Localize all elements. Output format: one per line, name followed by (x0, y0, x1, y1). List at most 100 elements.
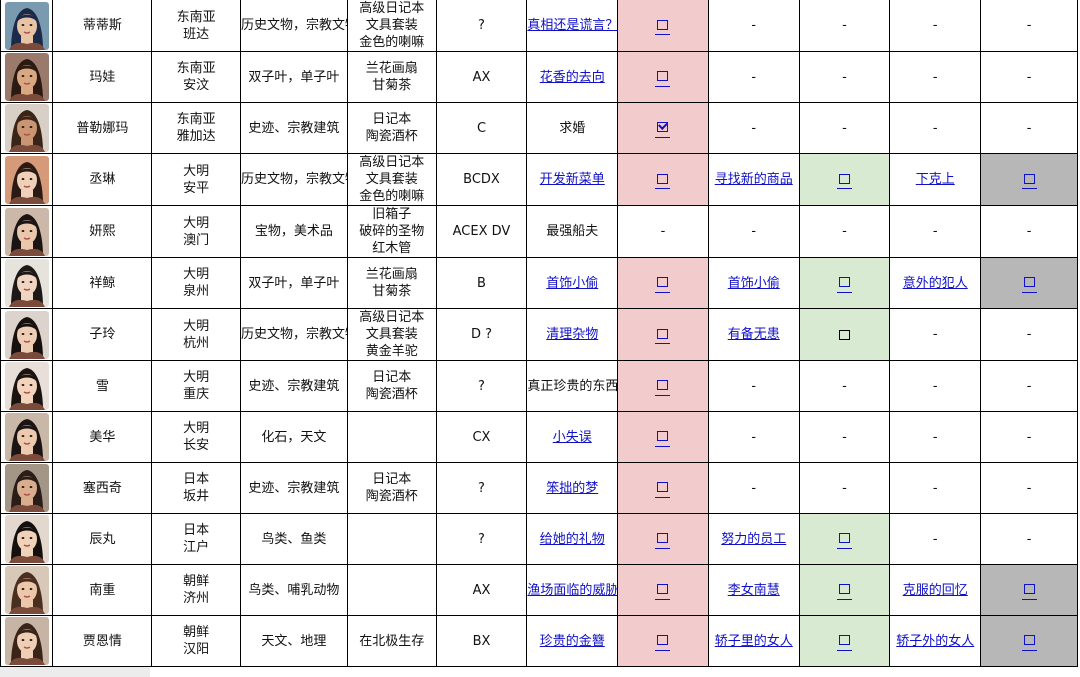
character-portrait (4, 155, 49, 204)
checkbox-link[interactable] (1021, 274, 1037, 293)
checkbox-link[interactable] (655, 377, 671, 396)
quest-status-cell (798, 308, 891, 361)
character-name: 辰丸 (52, 513, 153, 565)
quest-link[interactable]: 努力的员工 (721, 532, 786, 547)
checkbox-link[interactable] (836, 581, 852, 600)
checkbox-icon (657, 277, 669, 287)
portrait-cell (0, 462, 54, 514)
checkbox-link[interactable] (655, 119, 671, 138)
item-text: 文具套装 (365, 327, 418, 342)
checkbox-link[interactable] (836, 170, 852, 189)
quest-name-cell: 花香的去向 (526, 51, 619, 103)
item-text: 金色的喇嘛 (359, 189, 425, 204)
checkbox-link[interactable] (655, 428, 671, 447)
quest-status-cell: - (798, 462, 891, 514)
item-text: 高级日记本 (359, 310, 425, 325)
quest-text: - (932, 224, 938, 239)
quest-status-cell (798, 153, 891, 206)
quest-text: 最强船夫 (546, 224, 599, 239)
checkbox-link[interactable] (1021, 170, 1037, 189)
checkbox-link[interactable] (655, 479, 671, 498)
portrait-cell (0, 205, 54, 258)
quest-name-cell: 意外的犯人 (889, 257, 982, 309)
dash: - (1026, 378, 1032, 394)
quest-name-cell: 求婚 (526, 102, 619, 154)
quest-status-cell (980, 153, 1078, 206)
portrait-cell (0, 615, 54, 667)
quest-link[interactable]: 首饰小偷 (728, 276, 780, 291)
checkbox-icon (657, 635, 669, 645)
quest-link[interactable]: 给她的礼物 (540, 532, 605, 547)
interests-cell: 史迹、宗教建筑 (239, 360, 348, 412)
checkbox-link[interactable] (836, 530, 852, 549)
quest-link[interactable]: 轿子里的女人 (715, 634, 793, 649)
checkbox-link[interactable] (655, 170, 671, 189)
quest-name-cell: 小失误 (526, 411, 619, 463)
checkbox-link[interactable] (655, 325, 671, 344)
sheet-bottom-strip (0, 667, 150, 677)
quest-link[interactable]: 克服的回忆 (903, 583, 968, 598)
checkbox-icon (1023, 635, 1035, 645)
checkbox-link[interactable] (655, 274, 671, 293)
code-cell: ? (435, 360, 528, 412)
item-text: 高级日记本 (359, 155, 425, 170)
checkbox-link[interactable] (1021, 581, 1037, 600)
checkbox-link[interactable] (655, 530, 671, 549)
quest-status-cell: - (798, 51, 891, 103)
quest-link[interactable]: 花香的去向 (540, 70, 605, 85)
character-portrait (4, 566, 49, 614)
item-text: 日记本 (372, 472, 412, 487)
quest-text: - (932, 327, 938, 342)
quest-status-cell: - (798, 102, 891, 154)
code-cell: B (435, 257, 528, 309)
quest-link[interactable]: 珍贵的金簪 (540, 634, 605, 649)
quest-status-cell (617, 564, 709, 616)
quest-status-cell: - (798, 411, 891, 463)
dash: - (1026, 480, 1032, 496)
quest-link[interactable]: 笨拙的梦 (546, 481, 598, 496)
quest-name-cell: 首饰小偷 (526, 257, 619, 309)
checkbox-link[interactable] (836, 274, 852, 293)
quest-status-cell (617, 51, 709, 103)
interests-cell: 史迹、宗教建筑 (239, 462, 348, 514)
quest-link[interactable]: 李女南慧 (728, 583, 780, 598)
quest-link[interactable]: 轿子外的女人 (896, 634, 974, 649)
location-cell: 日本 坂井 (151, 462, 241, 514)
quest-link[interactable]: 首饰小偷 (546, 276, 598, 291)
character-name: 美华 (52, 411, 153, 463)
checkbox-icon (1023, 277, 1035, 287)
checkbox-link[interactable] (655, 632, 671, 651)
quest-link[interactable]: 开发新菜单 (540, 172, 605, 187)
checkbox-link[interactable] (836, 632, 852, 651)
quest-text: - (932, 429, 938, 445)
checkbox-icon[interactable] (838, 329, 850, 340)
quest-link[interactable]: 渔场面临的威胁 (528, 583, 617, 598)
checkbox-icon (838, 277, 850, 287)
quest-name-cell: 最强船夫 (526, 205, 619, 258)
code-cell: C (435, 102, 528, 154)
location-cell: 东南亚 雅加达 (151, 102, 241, 154)
quest-name-cell: - (889, 51, 982, 103)
character-name: 丞琳 (52, 153, 153, 206)
quest-status-cell: - (980, 411, 1078, 463)
checkbox-link[interactable] (655, 68, 671, 87)
checkbox-link[interactable] (655, 581, 671, 600)
checkbox-link[interactable] (1021, 632, 1037, 651)
checkbox-icon (838, 635, 850, 645)
checkbox-icon (657, 380, 669, 390)
dash: - (842, 480, 847, 496)
character-name: 祥鲸 (52, 257, 153, 309)
quest-link[interactable]: 小失误 (553, 430, 592, 445)
dash: - (1026, 327, 1032, 342)
quest-link[interactable]: 真相还是谎言？ (528, 18, 617, 33)
quest-link[interactable]: 下克上 (916, 172, 955, 187)
checkbox-link[interactable] (655, 16, 671, 35)
quest-link[interactable]: 有备无患 (728, 327, 780, 342)
checkbox-icon (657, 482, 669, 492)
quest-link[interactable]: 清理杂物 (546, 327, 598, 342)
quest-link[interactable]: 寻找新的商品 (715, 172, 793, 187)
city: 长安 (183, 438, 210, 453)
quest-status-cell: - (798, 0, 891, 52)
quest-link[interactable]: 意外的犯人 (903, 276, 968, 291)
quest-status-cell (617, 411, 709, 463)
